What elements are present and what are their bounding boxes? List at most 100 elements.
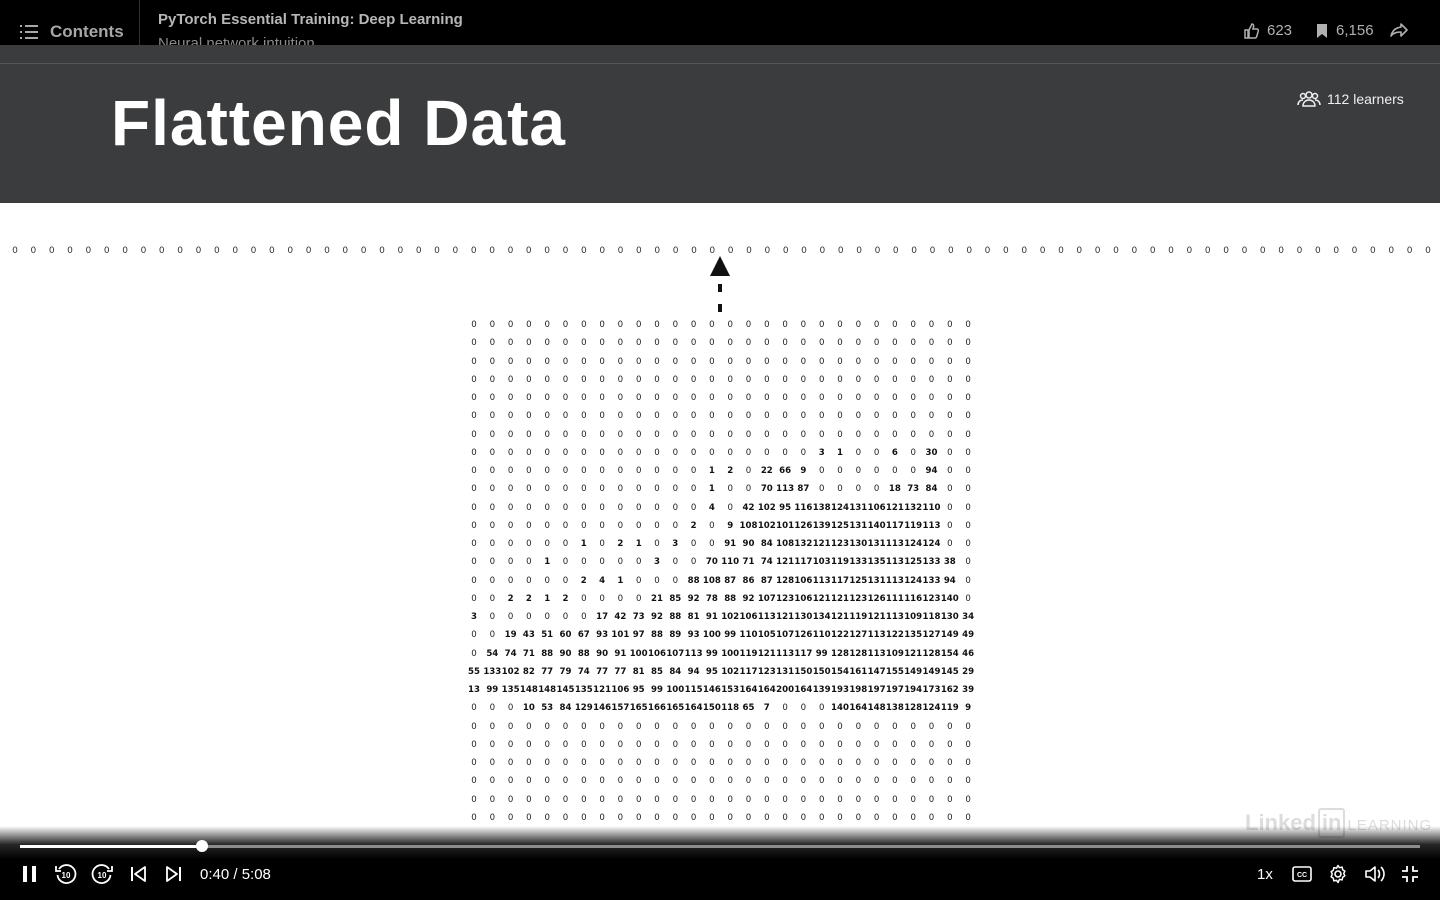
matrix-cell: 0 bbox=[965, 374, 971, 385]
matrix-cell: 0 bbox=[507, 502, 514, 513]
matrix-cell: 0 bbox=[526, 484, 532, 495]
matrix-cell: 0 bbox=[489, 703, 496, 714]
matrix-cell: 0 bbox=[690, 758, 697, 768]
matrix-cell: 122 bbox=[831, 630, 849, 641]
next-button[interactable] bbox=[162, 862, 186, 886]
matrix-cell: 70 bbox=[705, 557, 718, 568]
matrix-cell: 0 bbox=[617, 320, 624, 330]
matrix-cell: 0 bbox=[947, 520, 953, 531]
matrix-cell: 102 bbox=[721, 612, 740, 622]
flattened-value: 0 bbox=[305, 246, 312, 256]
matrix-cell: 0 bbox=[837, 411, 843, 422]
matrix-cell: 197 bbox=[885, 685, 904, 695]
matrix-cell: 0 bbox=[544, 776, 550, 787]
matrix-cell: 99 bbox=[724, 630, 737, 641]
volume-button[interactable] bbox=[1363, 862, 1387, 886]
matrix-cell: 0 bbox=[910, 429, 916, 440]
volume-icon bbox=[1365, 866, 1385, 882]
matrix-cell: 0 bbox=[471, 758, 477, 768]
matrix-cell: 157 bbox=[611, 703, 630, 714]
matrix-cell: 49 bbox=[962, 630, 975, 641]
matrix-cell: 87 bbox=[797, 484, 810, 495]
matrix-cell: 0 bbox=[562, 758, 569, 768]
save-button[interactable]: 6,156 bbox=[1316, 22, 1374, 39]
matrix-cell: 0 bbox=[892, 338, 898, 349]
matrix-cell: 0 bbox=[947, 411, 953, 422]
matrix-cell: 0 bbox=[947, 356, 953, 367]
matrix-cell: 0 bbox=[800, 393, 807, 403]
share-button[interactable] bbox=[1390, 22, 1408, 43]
matrix-cell: 117 bbox=[739, 666, 758, 677]
matrix-cell: 9 bbox=[800, 466, 807, 476]
matrix-cell: 0 bbox=[782, 739, 788, 750]
matrix-cell: 21 bbox=[651, 593, 663, 604]
matrix-cell: 0 bbox=[544, 338, 550, 349]
matrix-cell: 0 bbox=[965, 411, 971, 422]
forward-10-button[interactable]: 10 bbox=[90, 862, 114, 886]
matrix-cell: 0 bbox=[855, 411, 862, 422]
matrix-cell: 0 bbox=[562, 484, 569, 495]
matrix-cell: 0 bbox=[635, 739, 642, 750]
matrix-cell: 0 bbox=[800, 703, 807, 714]
matrix-cell: 0 bbox=[727, 411, 733, 422]
matrix-cell: 0 bbox=[709, 356, 715, 367]
matrix-cell: 0 bbox=[507, 429, 514, 440]
matrix-cell: 0 bbox=[855, 374, 862, 385]
settings-button[interactable] bbox=[1326, 862, 1350, 886]
matrix-cell: 0 bbox=[654, 721, 660, 732]
matrix-cell: 88 bbox=[724, 593, 737, 604]
matrix-cell: 132 bbox=[794, 539, 813, 549]
course-title[interactable]: PyTorch Essential Training: Deep Learnin… bbox=[158, 11, 463, 28]
matrix-cell: 0 bbox=[709, 520, 715, 531]
matrix-cell: 3 bbox=[672, 539, 679, 549]
matrix-cell: 0 bbox=[654, 374, 660, 385]
captions-button[interactable]: CC bbox=[1290, 862, 1314, 886]
matrix-cell: 0 bbox=[471, 794, 477, 805]
matrix-cell: 0 bbox=[690, 374, 697, 385]
playback-speed-button[interactable]: 1x bbox=[1257, 866, 1273, 883]
matrix-cell: 0 bbox=[873, 411, 880, 422]
rewind-10-button[interactable]: 10 bbox=[54, 862, 78, 886]
matrix-cell: 2 bbox=[727, 466, 734, 476]
progress-bar[interactable] bbox=[20, 845, 1420, 848]
like-button[interactable]: 623 bbox=[1243, 22, 1292, 39]
matrix-cell: 0 bbox=[818, 466, 825, 476]
matrix-cell: 0 bbox=[709, 758, 715, 768]
flattened-value: 0 bbox=[1425, 246, 1431, 256]
matrix-cell: 0 bbox=[745, 484, 752, 495]
matrix-cell: 0 bbox=[617, 484, 624, 495]
matrix-cell: 0 bbox=[617, 374, 624, 385]
matrix-cell: 0 bbox=[562, 539, 569, 549]
matrix-cell: 0 bbox=[727, 429, 733, 440]
exit-fullscreen-button[interactable] bbox=[1398, 862, 1422, 886]
matrix-cell: 0 bbox=[544, 356, 550, 367]
matrix-cell: 124 bbox=[831, 502, 849, 513]
matrix-cell: 2 bbox=[525, 593, 532, 604]
flattened-value: 0 bbox=[434, 246, 440, 256]
matrix-cell: 0 bbox=[672, 812, 679, 823]
matrix-cell: 161 bbox=[849, 666, 868, 677]
matrix-cell: 0 bbox=[965, 320, 971, 330]
matrix-cell: 0 bbox=[471, 320, 477, 330]
matrix-cell: 84 bbox=[559, 703, 572, 714]
matrix-cell: 0 bbox=[544, 794, 550, 805]
matrix-cell: 113 bbox=[776, 648, 795, 659]
matrix-cell: 0 bbox=[928, 776, 935, 787]
matrix-cell: 92 bbox=[742, 593, 755, 604]
matrix-cell: 42 bbox=[742, 502, 755, 513]
matrix-cell: 0 bbox=[910, 466, 916, 476]
flattened-value: 0 bbox=[984, 246, 991, 256]
matrix-cell: 0 bbox=[782, 812, 788, 823]
matrix-cell: 0 bbox=[562, 520, 569, 531]
matrix-cell: 0 bbox=[764, 721, 770, 732]
matrix-cell: 0 bbox=[800, 776, 807, 787]
matrix-cell: 125 bbox=[849, 575, 868, 586]
matrix-cell: 127 bbox=[849, 630, 868, 641]
pause-button[interactable] bbox=[18, 862, 42, 886]
matrix-cell: 77 bbox=[541, 666, 554, 677]
previous-button[interactable] bbox=[126, 862, 150, 886]
matrix-cell: 91 bbox=[705, 612, 718, 622]
matrix-cell: 110 bbox=[739, 630, 758, 641]
matrix-cell: 0 bbox=[782, 703, 788, 714]
progress-handle[interactable] bbox=[195, 840, 208, 852]
